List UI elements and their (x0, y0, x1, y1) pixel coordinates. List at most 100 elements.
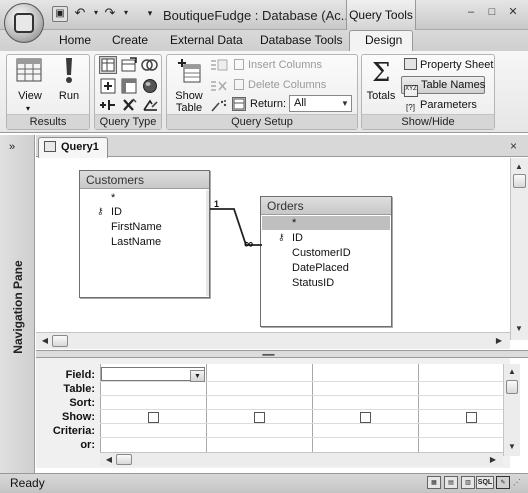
make-table-query-icon[interactable] (121, 57, 137, 76)
orders-field-all[interactable]: * (292, 217, 296, 229)
row-label-field: Field: (65, 369, 95, 381)
scroll-thumb[interactable] (116, 454, 132, 465)
nav-pane-toggle-icon[interactable]: » (9, 141, 15, 153)
grid-horizontal-scrollbar[interactable]: ◀ ▶ (100, 452, 503, 466)
parameters-label: Parameters (420, 99, 477, 111)
show-table-line1[interactable]: Show (171, 90, 207, 102)
show-table-line2[interactable]: Table (171, 102, 207, 114)
property-sheet-button[interactable]: Property Sheet (404, 58, 493, 71)
scroll-down-icon[interactable]: ▼ (505, 440, 519, 454)
view-icon[interactable] (16, 58, 42, 82)
group-results-label: Results (7, 114, 89, 129)
grid-column-4[interactable] (418, 364, 503, 456)
tab-create[interactable]: Create (112, 33, 148, 47)
office-button[interactable] (4, 3, 44, 43)
tab-design[interactable]: Design (365, 33, 402, 47)
data-definition-query-icon[interactable] (142, 98, 159, 115)
tab-home[interactable]: Home (59, 33, 91, 47)
show-table-icon[interactable] (176, 57, 202, 85)
scroll-left-icon[interactable]: ◀ (38, 334, 52, 348)
customers-field-all[interactable]: * (111, 192, 115, 204)
insert-columns-icon (234, 59, 244, 70)
totals-icon[interactable]: Σ (372, 58, 390, 88)
run-button[interactable]: Run (55, 90, 83, 102)
datasheet-view-icon[interactable]: ▦ (427, 476, 441, 489)
show-checkbox-3[interactable] (360, 412, 371, 423)
return-dropdown-icon[interactable]: ▼ (339, 96, 351, 111)
scroll-thumb[interactable] (52, 335, 68, 347)
grid-column-2[interactable] (206, 364, 312, 456)
tab-external-data[interactable]: External Data (170, 33, 243, 47)
field-dropdown-icon[interactable]: ▼ (190, 370, 205, 382)
customers-field-firstname[interactable]: FirstName (111, 221, 162, 233)
maximize-icon[interactable]: □ (483, 4, 501, 21)
orders-field-statusid[interactable]: StatusID (292, 277, 334, 289)
update-query-icon[interactable] (99, 98, 116, 115)
scroll-down-icon[interactable]: ▼ (512, 322, 526, 336)
scroll-up-icon[interactable]: ▲ (512, 160, 526, 174)
save-icon[interactable]: ▣ (52, 6, 68, 22)
run-icon[interactable] (62, 57, 76, 85)
design-view-icon[interactable]: ✎ (496, 476, 510, 489)
resize-grip-icon[interactable]: ⋰ (513, 478, 521, 487)
close-icon[interactable]: ✕ (504, 4, 522, 21)
undo-icon[interactable]: ↶ (72, 6, 88, 22)
close-document-icon[interactable]: × (510, 139, 517, 153)
orders-field-dateplaced[interactable]: DatePlaced (292, 262, 349, 274)
scroll-thumb[interactable] (513, 174, 526, 188)
redo-icon[interactable]: ↷ (102, 6, 118, 22)
status-text: Ready (10, 476, 45, 490)
scroll-up-icon[interactable]: ▲ (505, 365, 519, 379)
view-button[interactable]: View (12, 90, 48, 102)
scroll-left-icon[interactable]: ◀ (102, 453, 116, 467)
upper-vertical-scrollbar[interactable]: ▲ ▼ (510, 158, 528, 340)
orders-field-id[interactable]: ID (292, 232, 303, 244)
pivotchart-view-icon[interactable]: ▥ (461, 476, 475, 489)
totals-button[interactable]: Totals (363, 90, 399, 102)
append-query-icon[interactable] (100, 78, 116, 97)
grid-row-divider (100, 423, 503, 424)
grid-column-3[interactable] (312, 364, 418, 456)
show-checkbox-1[interactable] (148, 412, 159, 423)
show-checkbox-4[interactable] (466, 412, 477, 423)
builder-icon[interactable] (210, 99, 228, 116)
pivottable-view-icon[interactable]: ▤ (444, 476, 458, 489)
grid-row-divider (100, 381, 503, 382)
pass-through-query-icon[interactable] (142, 78, 158, 97)
tab-database-tools[interactable]: Database Tools (260, 33, 343, 47)
orders-field-customerid[interactable]: CustomerID (292, 247, 351, 259)
minimize-icon[interactable]: – (462, 4, 480, 21)
upper-horizontal-scrollbar[interactable]: ◀ ▶ (36, 332, 510, 349)
grid-vertical-scrollbar[interactable]: ▲ ▼ (503, 364, 520, 456)
orders-table-title[interactable]: Orders (261, 197, 391, 215)
delete-columns-button: Delete Columns (234, 79, 326, 91)
delete-rows-icon (210, 79, 228, 96)
delete-query-icon[interactable] (121, 98, 137, 115)
customers-field-id[interactable]: ID (111, 206, 122, 218)
redo-dropdown-icon[interactable]: ▾ (118, 6, 134, 22)
customers-table-title[interactable]: Customers (80, 171, 209, 189)
crosstab-query-icon[interactable] (121, 78, 137, 97)
grid-row-divider (100, 395, 503, 396)
scroll-right-icon[interactable]: ▶ (486, 453, 500, 467)
primary-key-icon: ⚷ (97, 206, 104, 216)
select-query-icon[interactable] (99, 56, 117, 74)
group-query-type-label: Query Type (95, 114, 161, 129)
scroll-right-icon[interactable]: ▶ (492, 334, 506, 348)
insert-columns-button: Insert Columns (234, 59, 322, 71)
customers-table[interactable]: Customers * ⚷ ID FirstName LastName (79, 170, 210, 298)
table-names-button[interactable]: XYZ Table Names (404, 79, 485, 97)
union-query-icon[interactable] (141, 57, 158, 76)
grid-row-divider (100, 437, 503, 438)
customers-field-lastname[interactable]: LastName (111, 236, 161, 248)
show-checkbox-2[interactable] (254, 412, 265, 423)
parameters-button[interactable]: [?] Parameters (404, 99, 477, 114)
scroll-thumb[interactable] (506, 380, 518, 394)
navigation-pane-label: Navigation Pane (11, 260, 25, 354)
sql-view-icon[interactable]: SQL (476, 476, 494, 489)
customize-quick-access-icon[interactable]: ▾ (142, 6, 158, 22)
pane-splitter[interactable] (36, 350, 528, 358)
property-sheet-label: Property Sheet (420, 59, 494, 71)
orders-table[interactable]: Orders * ⚷ ID CustomerID DatePlaced Stat… (260, 196, 392, 327)
view-dropdown-icon[interactable]: ▾ (26, 104, 30, 113)
